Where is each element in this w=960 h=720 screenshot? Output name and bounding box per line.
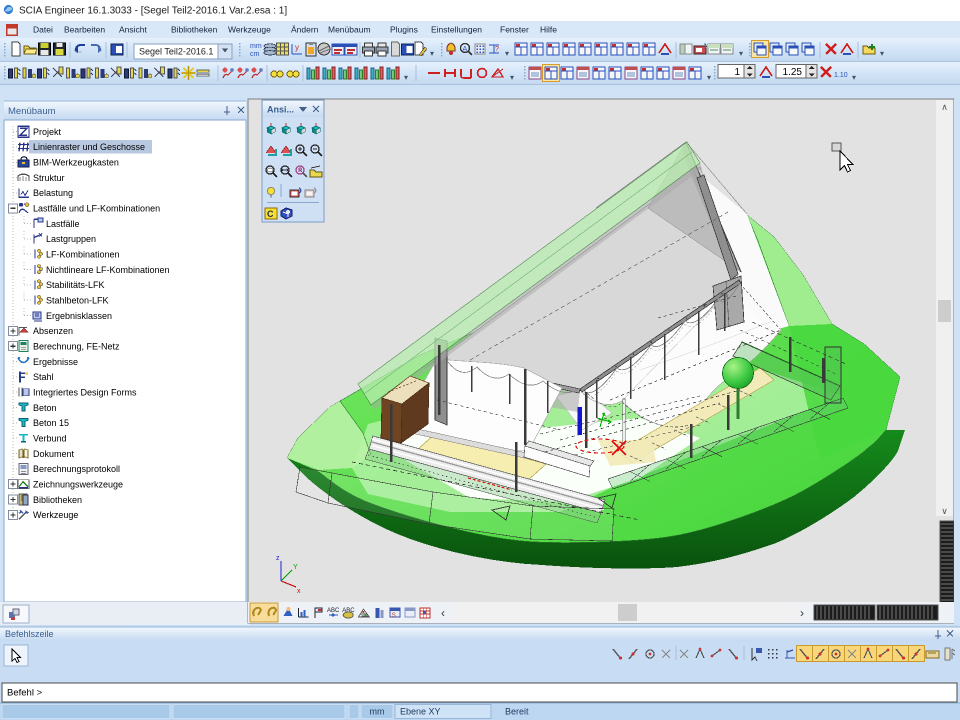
svg-text:y: y: [295, 43, 299, 52]
svg-text:Ansi...: Ansi...: [267, 105, 294, 115]
svg-text:Belastung: Belastung: [33, 188, 73, 198]
svg-text:?: ?: [495, 46, 499, 53]
svg-text:z: z: [276, 555, 280, 562]
svg-text:ABC: ABC: [327, 608, 340, 614]
svg-text:Datei: Datei: [33, 25, 53, 35]
svg-text:1.25: 1.25: [783, 67, 803, 78]
svg-text:Segel Teil2-2016.1: Segel Teil2-2016.1: [139, 47, 213, 57]
svg-text:Stahlbeton-LFK: Stahlbeton-LFK: [46, 296, 109, 306]
svg-text:Plugins: Plugins: [390, 25, 418, 35]
svg-text:▾: ▾: [739, 49, 743, 58]
svg-text:▾: ▾: [852, 73, 856, 82]
svg-text:1.10: 1.10: [834, 72, 848, 79]
svg-text:∨: ∨: [941, 506, 948, 516]
svg-text:Stabilitäts-LFK: Stabilitäts-LFK: [46, 280, 105, 290]
svg-text:mm: mm: [370, 707, 385, 717]
svg-text:Absenzen: Absenzen: [33, 326, 73, 336]
svg-text:A: A: [463, 46, 468, 53]
svg-text:Ergebnisklassen: Ergebnisklassen: [46, 311, 112, 321]
svg-text:Bereit: Bereit: [505, 707, 529, 717]
svg-text:Bearbeiten: Bearbeiten: [64, 25, 105, 35]
svg-text:Projekt: Projekt: [33, 127, 62, 137]
svg-text:Menübaum: Menübaum: [8, 106, 56, 117]
svg-text:Ebene XY: Ebene XY: [400, 707, 441, 717]
svg-text:▾: ▾: [430, 49, 434, 58]
svg-text:Lastgruppen: Lastgruppen: [46, 234, 96, 244]
svg-text:Nichtlineare LF-Kombinationen: Nichtlineare LF-Kombinationen: [46, 265, 170, 275]
svg-text:Fenster: Fenster: [500, 25, 529, 35]
svg-text:1: 1: [734, 67, 740, 78]
svg-text:Beton 15: Beton 15: [33, 418, 69, 428]
svg-text:cm: cm: [250, 51, 260, 58]
svg-text:Menübaum: Menübaum: [328, 25, 371, 35]
svg-text:BIM-Werkzeugkasten: BIM-Werkzeugkasten: [33, 158, 119, 168]
svg-text:Ansicht: Ansicht: [119, 25, 148, 35]
svg-text:›: ›: [800, 606, 804, 620]
svg-text:Integriertes Design Forms: Integriertes Design Forms: [33, 388, 137, 398]
svg-text:Stahl: Stahl: [33, 372, 54, 382]
svg-text:Y: Y: [293, 564, 298, 571]
svg-text:LF-Kombinationen: LF-Kombinationen: [46, 250, 120, 260]
svg-text:Ändern: Ändern: [291, 25, 319, 35]
svg-text:▾: ▾: [880, 49, 884, 58]
svg-text:▾: ▾: [510, 73, 514, 82]
svg-text:C: C: [267, 209, 274, 219]
svg-text:Beton: Beton: [33, 403, 57, 413]
svg-text:▾: ▾: [404, 73, 408, 82]
svg-text:▾: ▾: [707, 73, 711, 82]
svg-text:Bibliotheken: Bibliotheken: [171, 25, 218, 35]
svg-text:Linienraster und Geschosse: Linienraster und Geschosse: [33, 142, 145, 152]
svg-text:∧: ∧: [941, 102, 948, 112]
svg-text:Lastfälle und LF-Kombinationen: Lastfälle und LF-Kombinationen: [33, 204, 160, 214]
svg-text:x: x: [297, 588, 301, 595]
svg-text:Berechnung, FE-Netz: Berechnung, FE-Netz: [33, 342, 120, 352]
svg-text:SCIA Engineer 16.1.3033 - [Seg: SCIA Engineer 16.1.3033 - [Segel Teil2-2…: [19, 6, 287, 17]
svg-text:Werkzeuge: Werkzeuge: [33, 510, 78, 520]
svg-text:Dokument: Dokument: [33, 449, 75, 459]
svg-text:Einstellungen: Einstellungen: [431, 25, 482, 35]
svg-text:Bibliotheken: Bibliotheken: [33, 495, 82, 505]
svg-text:Hilfe: Hilfe: [540, 25, 557, 35]
svg-text:Befehlszeile: Befehlszeile: [5, 629, 54, 639]
svg-text:Werkzeuge: Werkzeuge: [228, 25, 271, 35]
svg-text:‹: ‹: [441, 606, 445, 620]
svg-text:mm: mm: [250, 43, 262, 50]
svg-text:Zeichnungswerkzeuge: Zeichnungswerkzeuge: [33, 479, 123, 489]
svg-text:Lastfälle: Lastfälle: [46, 219, 80, 229]
svg-text:Berechnungsprotokoll: Berechnungsprotokoll: [33, 464, 120, 474]
svg-text:Verbund: Verbund: [33, 434, 67, 444]
svg-text:Ergebnisse: Ergebnisse: [33, 357, 78, 367]
svg-text:Befehl >: Befehl >: [7, 688, 43, 699]
svg-text:S: S: [392, 613, 396, 619]
svg-text:▾: ▾: [505, 49, 509, 58]
svg-text:Struktur: Struktur: [33, 173, 65, 183]
